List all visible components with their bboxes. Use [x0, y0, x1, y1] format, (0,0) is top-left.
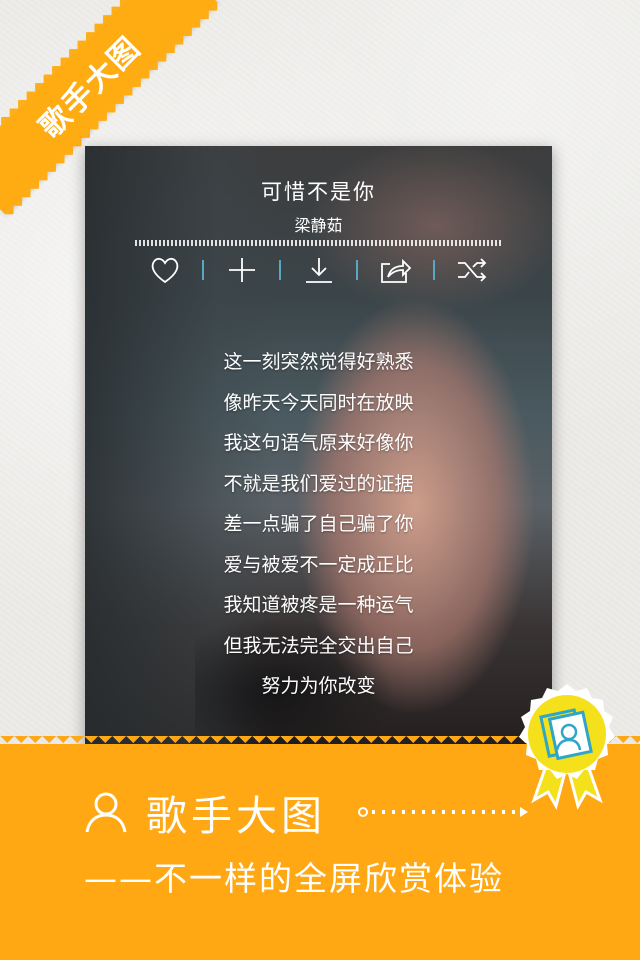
- add-button[interactable]: [212, 252, 272, 288]
- banner-title: 歌手大图: [146, 792, 326, 840]
- corner-ribbon-label: 歌手大图: [32, 29, 149, 146]
- lyric-line: 爱与被爱不一定成正比: [223, 553, 414, 576]
- separator: [432, 260, 435, 280]
- player-card: 可惜不是你 梁静茹 这一刻突然觉得好熟悉 像昨天今天同时在放映 我这句语气原来好…: [85, 146, 552, 746]
- lyric-line: 我这句语气原来好像你: [223, 432, 414, 454]
- lyric-line: 差一点骗了自己骗了你: [223, 513, 414, 535]
- banner-subtitle: ——不一样的全屏欣赏体验: [84, 859, 504, 898]
- separator: [202, 260, 205, 280]
- lyric-line: 努力为你改变: [261, 675, 376, 697]
- song-title: 可惜不是你: [261, 180, 376, 204]
- shuffle-icon: [458, 258, 487, 282]
- person-icon: [85, 792, 127, 833]
- share-button[interactable]: [365, 252, 425, 288]
- heart-icon: [151, 257, 179, 284]
- song-artist: 梁静茹: [294, 216, 343, 235]
- shuffle-button[interactable]: [442, 252, 502, 288]
- lyrics-panel: 这一刻突然觉得好熟悉 像昨天今天同时在放映 我这句语气原来好像你 不就是我们爱过…: [85, 342, 552, 707]
- download-button[interactable]: [289, 252, 349, 288]
- dotted-arrow-decoration: [358, 805, 528, 819]
- award-badge-icon: [519, 684, 615, 810]
- share-icon: [381, 258, 412, 283]
- separator: [279, 260, 282, 280]
- lyric-line: 像昨天今天同时在放映: [223, 391, 414, 414]
- playback-progress-bar[interactable]: [135, 240, 502, 246]
- action-bar: [135, 252, 502, 288]
- lyric-line: 但我无法完全交出自己: [223, 634, 414, 657]
- like-button[interactable]: [135, 252, 195, 288]
- banner-title-row: 歌手大图: [84, 784, 326, 840]
- download-icon: [305, 258, 332, 283]
- lyric-line: 不就是我们爱过的证据: [223, 472, 414, 495]
- plus-icon: [228, 258, 255, 282]
- lyric-line: 我知道被疼是一种运气: [223, 594, 414, 616]
- separator: [355, 260, 358, 280]
- lyric-line: 这一刻突然觉得好熟悉: [223, 351, 414, 373]
